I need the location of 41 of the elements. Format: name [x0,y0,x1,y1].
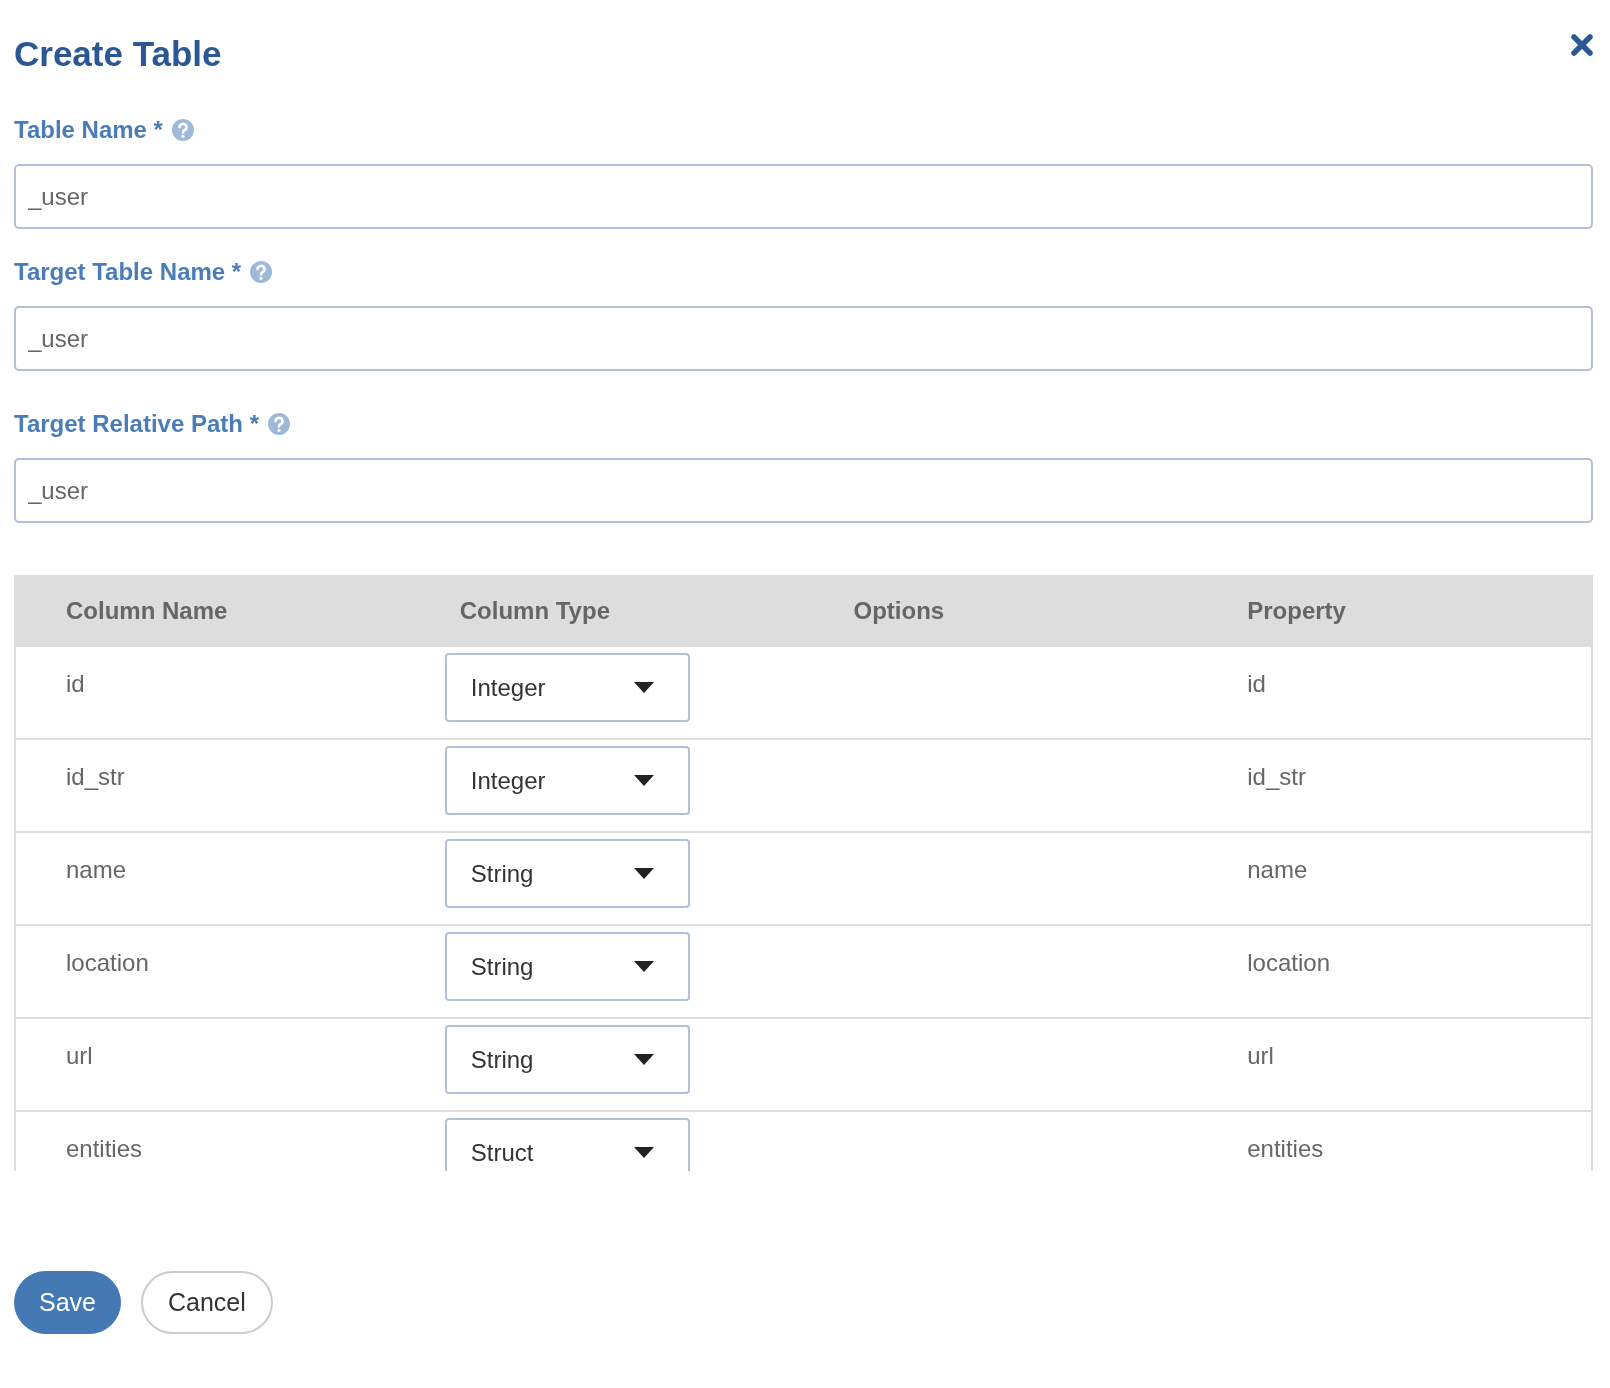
column-name-cell-text: entities [65,1135,144,1163]
column-name-cell-text: id [65,670,86,698]
field-label: Target Table Name * [14,258,242,286]
type-dropdown[interactable]: Struct [444,1118,690,1171]
column-header: Property [1246,597,1347,625]
help-icon[interactable] [170,118,195,142]
type-dropdown[interactable]: String [444,839,690,908]
type-dropdown[interactable]: String [444,932,690,1001]
help-icon[interactable] [249,260,274,284]
caret-icon [633,868,654,879]
save-button[interactable]: Save [14,1271,121,1334]
field-label: Table Name * [14,116,163,144]
type-dropdown[interactable]: String [444,1025,690,1094]
close-icon[interactable] [1571,34,1593,56]
column-header: Column Name [65,597,229,625]
dialog-title: Create Table [14,34,222,74]
column-name-cell-text: id_str [65,763,126,791]
caret-icon [633,775,654,786]
column-name-cell-text: url [65,1042,94,1070]
column-name-cell-text: name [65,856,128,884]
text-input[interactable]: _user [14,458,1593,523]
type-dropdown[interactable]: Integer [444,746,690,815]
property-cell-text: entities [1246,1135,1325,1163]
text-input[interactable]: _user [14,306,1593,371]
text-input[interactable]: _user [14,164,1593,229]
caret-icon [633,682,654,693]
property-cell-text: name [1246,856,1309,884]
field-label: Target Relative Path * [14,410,259,438]
property-cell-text: id_str [1246,763,1307,791]
property-cell-text: url [1246,1042,1275,1070]
cancel-button[interactable]: Cancel [141,1271,273,1334]
column-header: Options [852,597,946,625]
column-header: Column Type [458,597,611,625]
type-dropdown[interactable]: Integer [444,653,690,722]
column-name-cell-text: location [65,949,150,977]
caret-icon [633,1054,654,1065]
help-icon[interactable] [266,412,291,436]
property-cell-text: id [1246,670,1267,698]
caret-icon [633,1147,654,1158]
property-cell-text: location [1246,949,1331,977]
caret-icon [633,961,654,972]
